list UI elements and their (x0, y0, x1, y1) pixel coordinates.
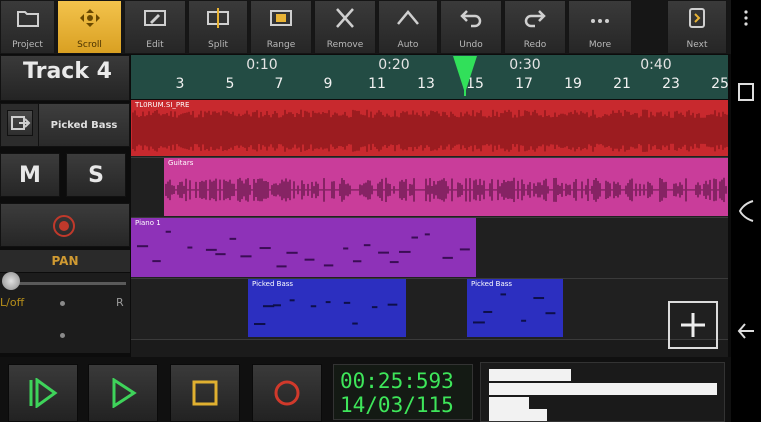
edit-icon (144, 10, 166, 26)
split-button[interactable]: Split (188, 0, 248, 54)
more-button[interactable]: More (568, 0, 632, 54)
ruler-time-label: 0:20 (378, 57, 410, 73)
midi-clip[interactable]: Piano 1 (131, 218, 476, 277)
range-icon (270, 10, 292, 26)
redo-button[interactable]: Redo (504, 0, 566, 54)
menu-dots-icon[interactable] (736, 8, 756, 28)
play-from-start-icon (29, 378, 58, 408)
midi-clip[interactable]: Picked Bass (467, 279, 563, 337)
ruler-bar-number: 23 (662, 76, 680, 92)
instrument-name[interactable]: Picked Bass (38, 103, 130, 147)
pan-slider-knob[interactable] (2, 272, 20, 290)
move-icon (79, 9, 100, 27)
ruler-bar-number: 25 (711, 76, 728, 92)
ruler-time-label: 0:10 (246, 57, 278, 73)
midi-notes (137, 230, 470, 268)
waveform (165, 177, 727, 203)
meter-bar (489, 409, 547, 421)
instrument-icon (11, 116, 31, 130)
folder-icon (16, 11, 39, 27)
tracks-area[interactable]: TL0RUM.SI_PRE Guitars Piano 1 Picked Bas… (131, 100, 728, 357)
ruler-bar-number: 21 (613, 76, 631, 92)
ruler-bar-number: 17 (515, 76, 533, 92)
record-icon (53, 215, 75, 237)
back-icon[interactable] (736, 318, 756, 344)
instrument-settings-button[interactable] (7, 110, 33, 136)
add-track-button[interactable] (668, 301, 718, 349)
mute-button[interactable]: M (0, 153, 60, 197)
clip-name: Guitars (168, 159, 194, 167)
play-icon (112, 378, 137, 408)
project-button[interactable]: Project (0, 0, 55, 54)
ruler-time-label: 0:30 (509, 57, 541, 73)
redo-icon (524, 10, 546, 28)
toolbar: Project Scroll Edit Split Range Remove A… (0, 0, 731, 54)
ruler-bar-number: 7 (274, 76, 284, 92)
track-lane (131, 279, 728, 340)
timeline-ruler[interactable]: 0:10 0:20 0:30 0:40 3 5 7 9 11 13 15 17 … (131, 55, 728, 99)
pan-right-label: R (116, 296, 124, 309)
ruler-time-label: 0:40 (640, 57, 672, 73)
next-icon (689, 8, 705, 28)
audio-clip[interactable]: TL0RUM.SI_PRE (131, 100, 728, 156)
time-display: 00:25:593 14/03/115 (333, 364, 473, 420)
record-arm-button[interactable] (0, 203, 130, 247)
remove-icon (336, 8, 354, 28)
recent-apps-icon[interactable] (736, 80, 756, 104)
clip-name: Picked Bass (471, 280, 513, 288)
next-button[interactable]: Next (667, 0, 727, 54)
waveform (132, 109, 728, 152)
clip-name: Picked Bass (252, 280, 294, 288)
ruler-bar-number: 13 (417, 76, 435, 92)
home-icon[interactable] (736, 198, 756, 224)
play-button[interactable] (88, 364, 158, 422)
remove-button[interactable]: Remove (314, 0, 376, 54)
more-icon (591, 19, 609, 23)
midi-clip[interactable]: Picked Bass (248, 279, 406, 337)
plus-icon (681, 313, 705, 337)
system-nav-bar (731, 0, 761, 422)
ruler-bar-number: 19 (564, 76, 582, 92)
position-counter: 14/03/115 (340, 393, 454, 417)
pan-off-label: L/off (0, 296, 25, 309)
audio-clip[interactable]: Guitars (164, 158, 728, 216)
playhead-marker[interactable] (452, 56, 478, 96)
undo-icon (460, 10, 482, 28)
record-icon (274, 380, 300, 406)
scroll-button[interactable]: Scroll (57, 0, 122, 54)
time-counter: 00:25:593 (340, 369, 454, 393)
edit-button[interactable]: Edit (124, 0, 186, 54)
ruler-bar-number: 3 (175, 76, 185, 92)
ruler-bar-number: 11 (368, 76, 386, 92)
pan-dot (60, 301, 65, 306)
ruler-bar-number: 9 (323, 76, 333, 92)
pan-dot (60, 333, 65, 338)
record-button[interactable] (252, 364, 322, 422)
play-from-start-button[interactable] (8, 364, 78, 422)
clip-name: TL0RUM.SI_PRE (135, 101, 190, 109)
undo-button[interactable]: Undo (440, 0, 502, 54)
stop-button[interactable] (170, 364, 240, 422)
ruler-bar-number: 5 (225, 76, 235, 92)
split-icon (207, 8, 229, 28)
track-name[interactable]: Track 4 (0, 55, 130, 101)
automation-icon (397, 10, 419, 25)
pan-label: PAN (0, 250, 130, 272)
solo-button[interactable]: S (66, 153, 126, 197)
meter-bar (489, 397, 529, 409)
range-button[interactable]: Range (250, 0, 312, 54)
auto-button[interactable]: Auto (378, 0, 438, 54)
pan-area (0, 273, 130, 353)
level-meter (480, 362, 725, 422)
meter-bar (489, 383, 717, 395)
meter-bar (489, 369, 571, 381)
pan-slider-track[interactable] (8, 282, 126, 285)
stop-icon (192, 380, 218, 406)
clip-name: Piano 1 (135, 219, 161, 227)
